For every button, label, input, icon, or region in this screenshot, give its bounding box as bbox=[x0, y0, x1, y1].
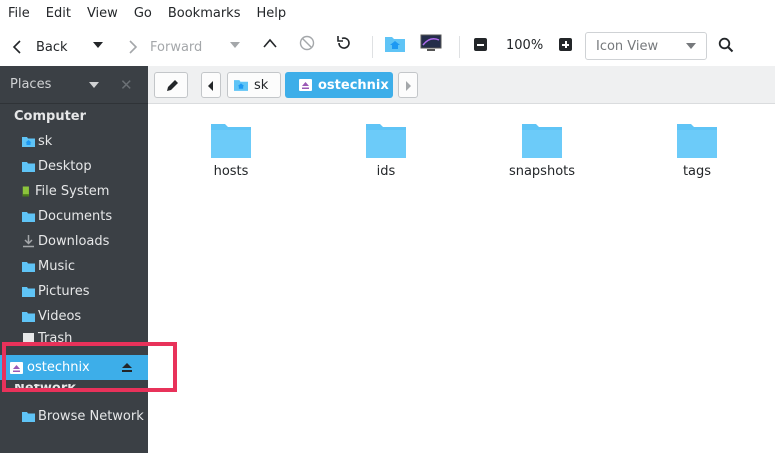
sidebar-item-browse-network[interactable]: Browse Network bbox=[0, 404, 148, 429]
menu-file[interactable]: File bbox=[8, 0, 38, 28]
zoom-out-button[interactable] bbox=[474, 38, 487, 51]
location-bar: sk ostechnix bbox=[148, 66, 775, 104]
menu-go[interactable]: Go bbox=[134, 0, 160, 28]
chevron-down-icon bbox=[686, 43, 696, 49]
minus-icon bbox=[477, 44, 484, 46]
stop-button[interactable] bbox=[299, 35, 315, 55]
breadcrumb-ostechnix[interactable]: ostechnix bbox=[285, 72, 393, 98]
sidebar-item-videos[interactable]: Videos bbox=[0, 304, 148, 329]
close-icon[interactable]: ✕ bbox=[120, 76, 133, 94]
chevron-right-icon bbox=[406, 81, 411, 91]
folder-icon bbox=[677, 124, 717, 158]
menu-bookmarks[interactable]: Bookmarks bbox=[168, 0, 249, 28]
back-button[interactable]: Back bbox=[12, 32, 68, 62]
sidebar-item-label: Music bbox=[38, 259, 75, 274]
pencil-icon bbox=[167, 80, 178, 91]
view-mode-select[interactable]: Icon View bbox=[585, 32, 707, 60]
reload-button[interactable] bbox=[335, 35, 353, 55]
removable-drive-icon bbox=[299, 79, 312, 91]
places-title: Places bbox=[10, 77, 52, 92]
forward-label: Forward bbox=[150, 39, 203, 55]
sidebar-item-label: sk bbox=[38, 134, 53, 149]
sidebar-item-documents[interactable]: Documents bbox=[0, 204, 148, 229]
view-mode-value: Icon View bbox=[596, 38, 659, 54]
up-button[interactable] bbox=[262, 37, 278, 53]
reload-icon bbox=[337, 36, 350, 49]
file-icon-view: hosts ids snapshots tags bbox=[148, 104, 775, 453]
folder-icon bbox=[366, 124, 406, 158]
zoom-level: 100% bbox=[506, 38, 544, 53]
file-name: ids bbox=[376, 164, 396, 179]
folder-icon bbox=[22, 262, 35, 272]
folder-icon bbox=[522, 124, 562, 158]
sidebar-item-music[interactable]: Music bbox=[0, 254, 148, 279]
forward-button[interactable]: Forward bbox=[126, 32, 202, 62]
drive-icon bbox=[22, 186, 29, 197]
sidebar-item-label: Browse Network bbox=[38, 409, 144, 424]
zoom-in-button[interactable] bbox=[559, 38, 572, 51]
sidebar-item-file-system[interactable]: File System bbox=[0, 179, 148, 204]
breadcrumb-label: sk bbox=[254, 77, 269, 93]
sidebar-item-downloads[interactable]: Downloads bbox=[0, 229, 148, 254]
monitor-icon bbox=[420, 34, 442, 51]
sidebar-item-label: Documents bbox=[38, 209, 113, 224]
folder-icon bbox=[22, 162, 35, 172]
folder-icon bbox=[22, 212, 35, 222]
menu-bar: File Edit View Go Bookmarks Help bbox=[0, 0, 775, 28]
chevron-right-icon bbox=[129, 40, 138, 54]
breadcrumb-scroll-right[interactable] bbox=[398, 72, 418, 98]
menu-edit[interactable]: Edit bbox=[46, 0, 79, 28]
breadcrumb-sk[interactable]: sk bbox=[227, 72, 281, 98]
search-icon bbox=[718, 37, 734, 53]
chevron-left-icon bbox=[12, 40, 21, 54]
download-icon bbox=[23, 235, 34, 248]
file-name: snapshots bbox=[508, 164, 576, 179]
home-button[interactable] bbox=[384, 33, 406, 57]
highlight-box bbox=[2, 342, 177, 392]
folder-icon bbox=[22, 287, 35, 297]
home-folder-icon bbox=[22, 137, 35, 147]
sidebar-item-label: File System bbox=[35, 184, 110, 199]
chevron-up-icon bbox=[263, 38, 277, 48]
network-folder-icon bbox=[22, 412, 35, 422]
sidebar-item-desktop[interactable]: Desktop bbox=[0, 154, 148, 179]
file-item-hosts[interactable]: hosts bbox=[186, 120, 276, 179]
sidebar-item-trash[interactable]: Trash bbox=[0, 329, 148, 343]
sidebar-item-label: Downloads bbox=[38, 234, 110, 249]
places-header: Places ✕ bbox=[0, 66, 148, 104]
file-item-ids[interactable]: ids bbox=[341, 120, 431, 179]
sidebar-item-label: Desktop bbox=[38, 159, 92, 174]
toolbar: Back Forward 100% Icon View bbox=[0, 28, 775, 66]
file-name: hosts bbox=[213, 164, 249, 179]
menu-view[interactable]: View bbox=[87, 0, 126, 28]
computer-button[interactable] bbox=[420, 34, 442, 56]
file-item-tags[interactable]: tags bbox=[652, 120, 742, 179]
chevron-left-icon bbox=[208, 81, 213, 91]
back-label: Back bbox=[36, 39, 68, 55]
file-name: tags bbox=[682, 164, 712, 179]
file-item-snapshots[interactable]: snapshots bbox=[497, 120, 587, 179]
sidebar-item-label: Pictures bbox=[38, 284, 90, 299]
menu-help[interactable]: Help bbox=[256, 0, 294, 28]
search-button[interactable] bbox=[718, 37, 734, 57]
folder-icon bbox=[211, 124, 251, 158]
folder-icon bbox=[22, 312, 35, 322]
home-folder-icon bbox=[385, 37, 405, 52]
breadcrumb-label: ostechnix bbox=[318, 77, 389, 93]
places-sidebar: Places ✕ Computer sk Desktop File System… bbox=[0, 66, 148, 453]
sidebar-item-sk[interactable]: sk bbox=[0, 129, 148, 154]
places-menu-dropdown[interactable] bbox=[89, 82, 99, 88]
stop-icon bbox=[299, 35, 315, 51]
edit-location-button[interactable] bbox=[154, 72, 188, 98]
forward-history-dropdown[interactable] bbox=[230, 42, 240, 48]
sidebar-item-pictures[interactable]: Pictures bbox=[0, 279, 148, 304]
section-computer: Computer bbox=[14, 109, 87, 124]
back-history-dropdown[interactable] bbox=[93, 42, 103, 48]
sidebar-item-label: Videos bbox=[38, 309, 82, 324]
breadcrumb-scroll-left[interactable] bbox=[201, 72, 221, 98]
home-folder-icon bbox=[234, 80, 248, 91]
